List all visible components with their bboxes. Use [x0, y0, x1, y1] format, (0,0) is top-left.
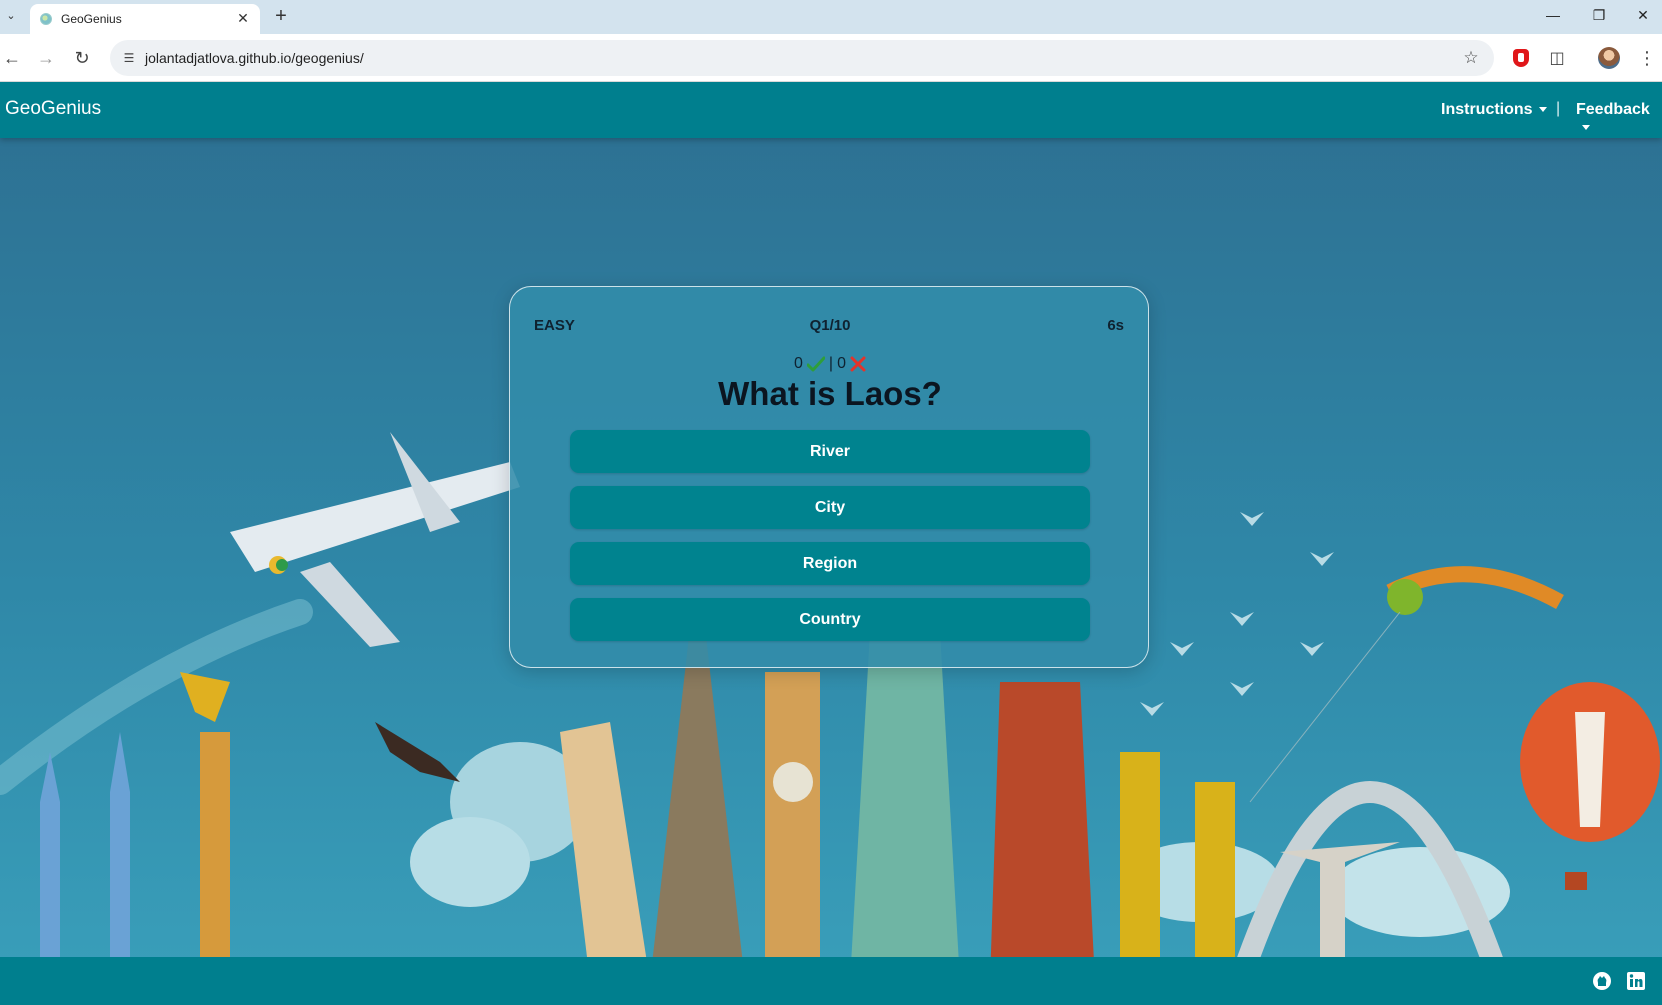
answer-button-region[interactable]: Region [570, 542, 1090, 585]
star-icon[interactable]: ☆ [1460, 47, 1482, 69]
back-icon[interactable]: ← [0, 46, 24, 70]
top-navbar: GeoGenius Instructions | Feedback [0, 82, 1662, 138]
brand-logo-text[interactable]: GeoGenius [5, 98, 101, 120]
more-icon[interactable]: ⋮ [1636, 47, 1658, 69]
favicon-icon [40, 13, 52, 25]
chevron-down-icon [1538, 107, 1547, 113]
browser-toolbar: ← → ↻ ☰ jolantadjatlova.github.io/geogen… [0, 34, 1662, 82]
correct-count: 0 [794, 355, 803, 372]
countdown-timer: 6s [1107, 317, 1124, 334]
tab-title: GeoGenius [61, 12, 122, 26]
quiz-card: EASY Q1/10 6s 0 | 0 What is Laos? River … [509, 286, 1149, 668]
question-text: What is Laos? [718, 375, 942, 412]
close-window-icon[interactable]: ✕ [1620, 3, 1662, 27]
checkmark-icon [806, 356, 825, 372]
site-info-icon[interactable]: ☰ [120, 49, 138, 67]
page: GeoGenius Instructions | Feedback EASY Q… [0, 82, 1662, 1005]
browser-tab[interactable]: GeoGenius ✕ [30, 4, 260, 34]
instructions-label: Instructions [1441, 101, 1533, 118]
score-separator: | [828, 355, 834, 372]
address-bar[interactable]: ☰ jolantadjatlova.github.io/geogenius/ ☆ [110, 40, 1494, 76]
forward-icon[interactable]: → [34, 46, 58, 70]
feedback-label: Feedback [1576, 101, 1650, 118]
cross-icon [850, 356, 866, 372]
answer-button-country[interactable]: Country [570, 598, 1090, 641]
adblock-icon[interactable] [1510, 47, 1532, 69]
url-text[interactable]: jolantadjatlova.github.io/geogenius/ [145, 50, 364, 66]
question-progress: Q1/10 [809, 317, 851, 334]
nav-separator: | [1556, 100, 1561, 117]
chevron-down-icon [1582, 125, 1590, 131]
feedback-dropdown[interactable]: Feedback [1576, 101, 1662, 137]
tab-list-icon[interactable]: ⌄ [2, 6, 20, 24]
plus-icon[interactable]: + [270, 5, 292, 27]
github-icon[interactable] [1592, 971, 1612, 991]
reload-icon[interactable]: ↻ [70, 46, 94, 70]
restore-icon[interactable]: ❐ [1576, 3, 1622, 27]
instructions-dropdown[interactable]: Instructions [1441, 101, 1547, 119]
browser-tab-strip: ⌄ GeoGenius ✕ + — ❐ ✕ [0, 0, 1662, 34]
minimize-icon[interactable]: — [1530, 3, 1576, 27]
puzzle-icon[interactable]: ◫ [1546, 47, 1568, 69]
answer-button-river[interactable]: River [570, 430, 1090, 473]
linkedin-icon[interactable] [1626, 971, 1646, 991]
profile-icon[interactable] [1598, 47, 1620, 69]
score-tracker: 0 | 0 [510, 355, 1150, 373]
close-icon[interactable]: ✕ [234, 9, 252, 27]
wrong-count: 0 [837, 355, 846, 372]
answer-button-city[interactable]: City [570, 486, 1090, 529]
page-footer [0, 957, 1662, 1005]
